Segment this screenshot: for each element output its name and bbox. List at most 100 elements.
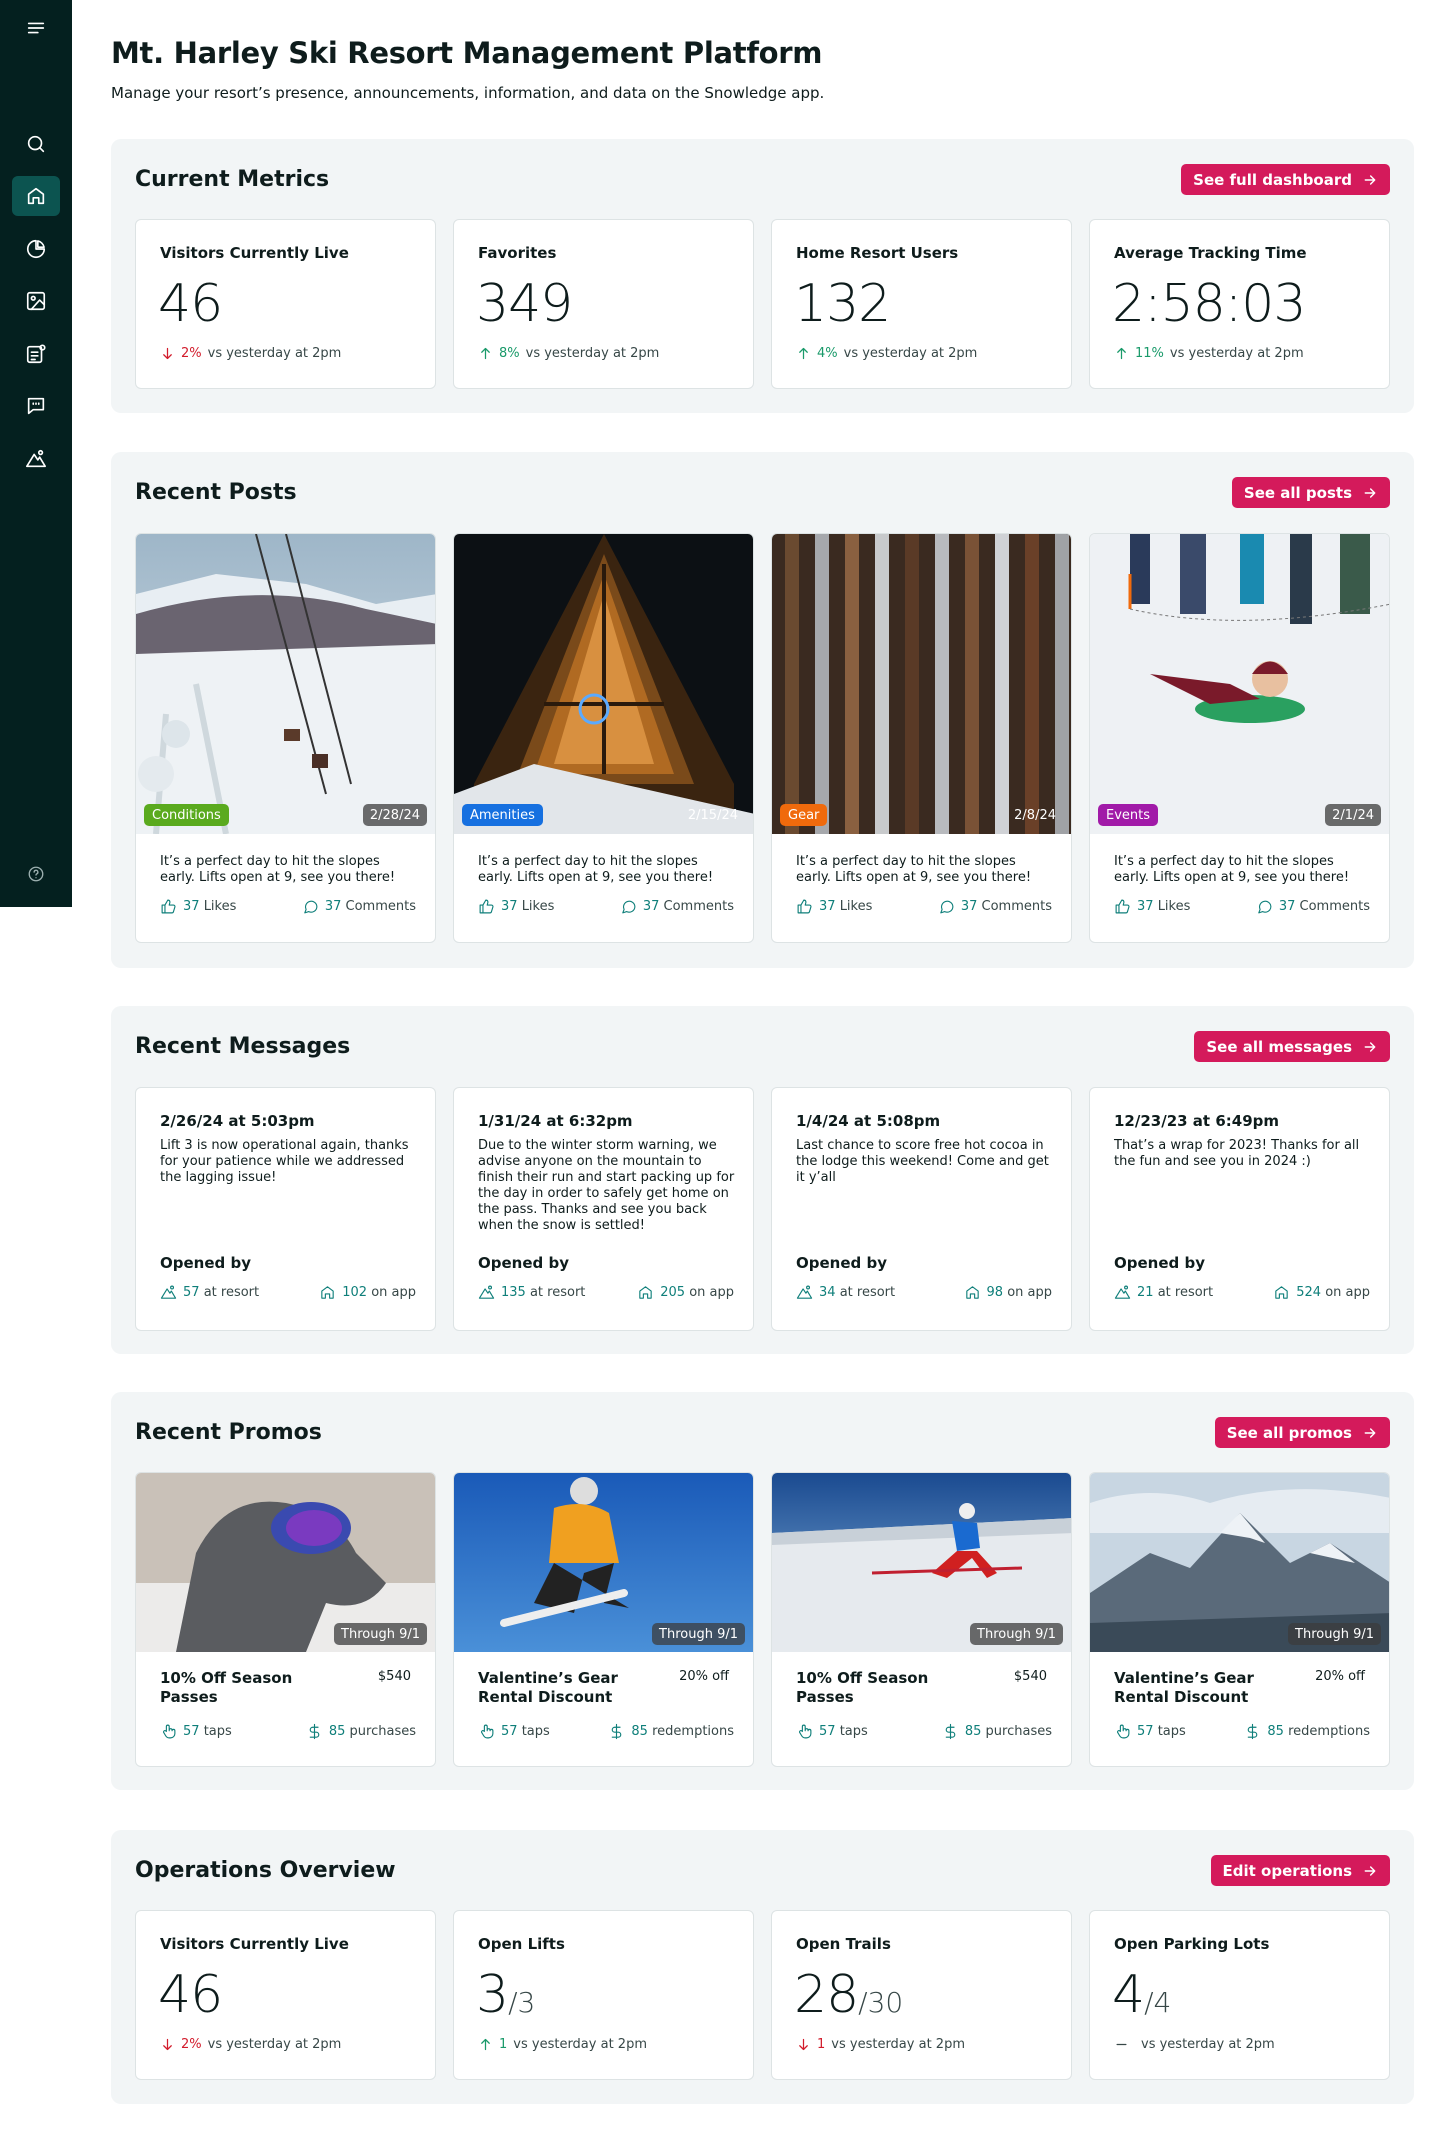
sidebar-item-home[interactable] [12,176,60,216]
promo-price: $540 [377,1669,411,1684]
operations-card: Open Parking Lots 4/4 vs yesterday at 2p… [1089,1910,1390,2080]
message-card[interactable]: 12/23/23 at 6:49pm That’s a wrap for 202… [1089,1087,1390,1331]
post-date: 2/28/24 [362,804,427,826]
post-image-ski-rack [772,534,1071,834]
edit-operations-button[interactable]: Edit operations [1210,1855,1390,1886]
pie-chart-icon [26,239,46,259]
metric-compare: vs yesterday at 2pm [207,346,342,361]
conversion-count: 85 [964,1724,982,1739]
promo-title: Valentine’s Gear Rental Discount [478,1669,618,1706]
post-card[interactable]: Amenities 2/15/24 It’s a perfect day to … [453,533,754,943]
post-text: It’s a perfect day to hit the slopes ear… [478,854,714,885]
message-card[interactable]: 1/4/24 at 5:08pm Last chance to score fr… [771,1087,1072,1331]
metric-card: Favorites 349 8% vs yesterday at 2pm [453,219,754,389]
promo-card[interactable]: Through 9/1 10% Off Season Passes $540 5… [771,1472,1072,1767]
sidebar-item-help[interactable] [12,854,60,894]
post-likes[interactable]: 37 Likes [160,898,236,915]
metric-value: 349 [476,274,573,334]
metric-compare: vs yesterday at 2pm [1169,346,1304,361]
sidebar [0,0,72,907]
message-stats: 135 at resort 205 on app [478,1284,734,1301]
post-likes[interactable]: 37 Likes [478,898,554,915]
section-title: Recent Posts [135,480,297,505]
message-date: 2/26/24 at 5:03pm [160,1112,315,1130]
metric-card: Visitors Currently Live 46 2% vs yesterd… [135,219,436,389]
promo-price: 20% off [1315,1669,1365,1684]
dollar-icon [1248,1723,1258,1740]
sidebar-item-resort[interactable] [12,439,60,479]
promo-validity: Through 9/1 [970,1623,1063,1645]
comment-icon [1258,900,1272,914]
post-stats: 37 Likes 37 Comments [1114,898,1370,915]
see-all-messages-button[interactable]: See all messages [1194,1031,1390,1062]
post-card[interactable]: Gear 2/8/24 It’s a perfect day to hit th… [771,533,1072,943]
see-all-posts-button[interactable]: See all posts [1231,477,1390,508]
recent-messages-section: Recent Messages See all messages 2/26/24… [111,1006,1414,1354]
conversion-count: 85 [328,1724,346,1739]
mountain-icon [160,1285,177,1299]
metric-change: 1 [499,2037,508,2052]
post-comments[interactable]: 37 Comments [302,898,416,915]
post-likes[interactable]: 37 Likes [1114,898,1190,915]
button-label: See all messages [1206,1037,1352,1056]
menu-button[interactable] [12,8,60,48]
metric-compare: vs yesterday at 2pm [831,2037,965,2052]
sidebar-item-search[interactable] [12,124,60,164]
sidebar-item-messages[interactable] [12,386,60,426]
metric-trend: 11% vs yesterday at 2pm [1114,346,1304,361]
menu-icon [27,22,45,34]
post-comments[interactable]: 37 Comments [938,898,1052,915]
metric-card: Home Resort Users 132 4% vs yesterday at… [771,219,1072,389]
arrow-right-icon [1364,1865,1376,1876]
metric-value: 46 [158,1965,223,2025]
promo-stats: 57 taps 85 purchases [796,1723,1052,1740]
promo-card[interactable]: Through 9/1 Valentine’s Gear Rental Disc… [453,1472,754,1767]
metric-label: Visitors Currently Live [160,1935,349,1953]
message-text: That’s a wrap for 2023! Thanks for all t… [1114,1138,1360,1169]
see-full-dashboard-button[interactable]: See full dashboard [1181,164,1390,195]
promo-title: 10% Off Season Passes [796,1669,929,1706]
resort-label: at resort [529,1285,586,1300]
section-title: Current Metrics [135,167,330,192]
button-label: See all posts [1243,483,1352,502]
sidebar-item-media[interactable] [12,281,60,321]
operations-overview-section: Operations Overview Edit operations Visi… [111,1830,1414,2104]
post-card[interactable]: Conditions 2/28/24 It’s a perfect day to… [135,533,436,943]
resort-label: at resort [839,1285,896,1300]
post-comments[interactable]: 37 Comments [1256,898,1370,915]
app-label: on app [1325,1285,1370,1300]
page-title: Mt. Harley Ski Resort Management Platfor… [111,36,823,70]
message-card[interactable]: 1/31/24 at 6:32pm Due to the winter stor… [453,1087,754,1331]
resort-label: at resort [1157,1285,1214,1300]
post-likes[interactable]: 37 Likes [796,898,872,915]
metric-value: 132 [794,274,891,334]
opened-by-label: Opened by [160,1254,251,1272]
app-count: 102 [342,1285,368,1300]
message-card[interactable]: 2/26/24 at 5:03pm Lift 3 is now operatio… [135,1087,436,1331]
promo-card[interactable]: Through 9/1 Valentine’s Gear Rental Disc… [1089,1472,1390,1767]
post-category-tag: Events [1098,804,1159,826]
post-comments[interactable]: 37 Comments [620,898,734,915]
mountain-icon [796,1285,813,1299]
promo-card[interactable]: Through 9/1 10% Off Season Passes $540 5… [135,1472,436,1767]
metric-label: Open Trails [796,1935,891,1953]
operations-card: Open Trails 28/30 1 vs yesterday at 2pm [771,1910,1072,2080]
metric-total: /3 [508,1986,536,2019]
help-icon [28,866,44,882]
see-all-promos-button[interactable]: See all promos [1214,1417,1390,1448]
likes-label: Likes [839,899,873,914]
metric-change: 1 [817,2037,826,2052]
post-text: It’s a perfect day to hit the slopes ear… [796,854,1032,885]
message-date: 12/23/23 at 6:49pm [1114,1112,1279,1130]
post-card[interactable]: Events 2/1/24 It’s a perfect day to hit … [1089,533,1390,943]
metric-label: Average Tracking Time [1114,244,1307,262]
promo-validity: Through 9/1 [334,1623,427,1645]
home-icon [639,1286,652,1299]
sidebar-item-announcements[interactable] [12,334,60,374]
promo-stats: 57 taps 85 redemptions [478,1723,734,1740]
search-icon [27,135,45,153]
comment-icon [622,900,636,914]
sidebar-item-analytics[interactable] [12,229,60,269]
likes-count: 37 [819,899,836,914]
metric-trend: 2% vs yesterday at 2pm [160,2037,341,2052]
